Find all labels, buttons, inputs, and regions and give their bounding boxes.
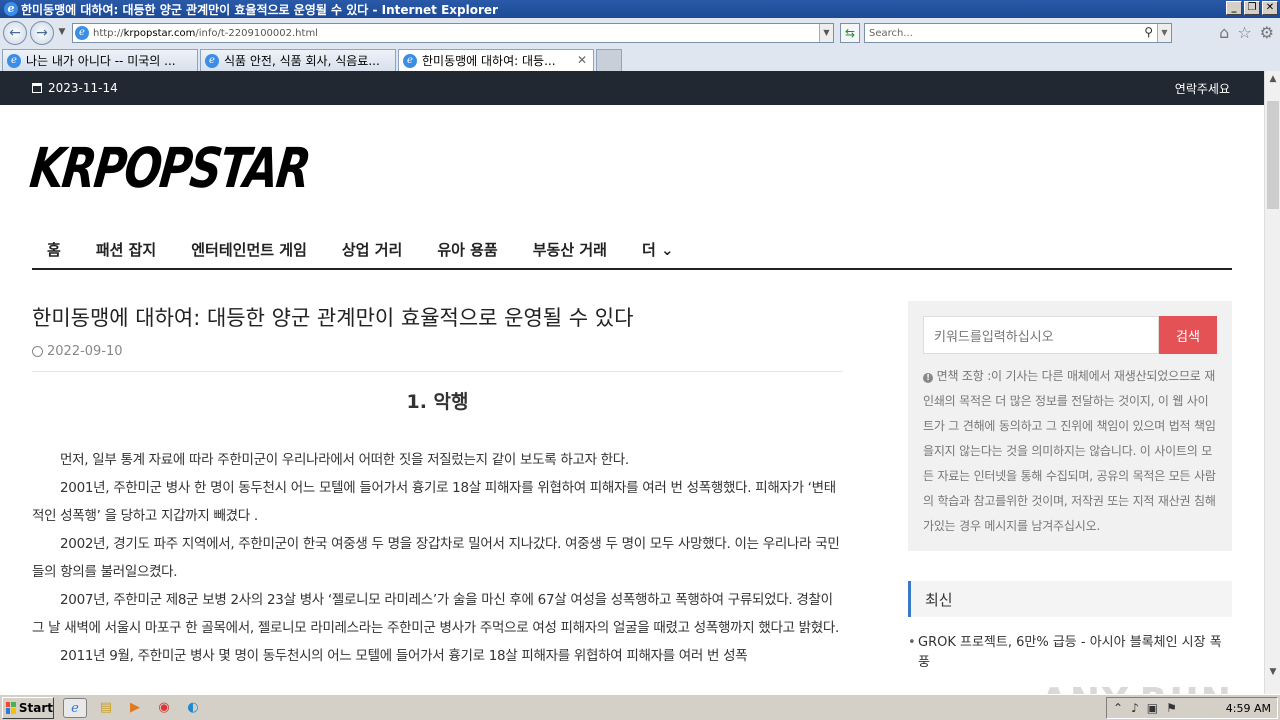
tab-label: 한미동맹에 대하여: 대등... — [422, 54, 556, 68]
close-button[interactable]: ✕ — [1262, 1, 1278, 15]
tab-label: 식품 안전, 식품 회사, 식음료... — [224, 54, 380, 68]
volume-icon[interactable]: ♪ — [1131, 701, 1139, 715]
search-form: 키워드를입력하십시오 검색 — [923, 316, 1217, 354]
sidebar: 키워드를입력하십시오 검색 ! 면책 조항 :이 기사는 다른 매체에서 재생산… — [908, 301, 1232, 673]
site-logo[interactable]: KRPOPSTAR — [27, 137, 312, 201]
tray-expand-icon[interactable]: ⌃ — [1113, 701, 1123, 715]
article-divider — [32, 371, 843, 372]
tab-3-active[interactable]: e 한미동맹에 대하여: 대등... ✕ — [398, 49, 594, 71]
nav-item-home[interactable]: 홈 — [47, 239, 61, 260]
latest-heading: 최신 — [908, 581, 1232, 617]
tab-favicon-icon: e — [7, 53, 21, 68]
taskbar: Start e ▤ ▶ ◉ ◐ ⌃ ♪ ▣ ⚑ 4:59 AM — [0, 694, 1280, 720]
forward-button[interactable]: → — [30, 21, 54, 45]
nav-item-commerce[interactable]: 상업 거리 — [342, 239, 402, 260]
refresh-icon[interactable]: ⇆ — [840, 23, 860, 43]
nav-item-fashion[interactable]: 패션 잡지 — [96, 239, 156, 260]
restore-button[interactable]: ❐ — [1244, 1, 1260, 15]
history-dropdown-icon[interactable]: ▼ — [56, 21, 68, 45]
tab-label: 나는 내가 아니다 -- 미국의 ... — [26, 54, 176, 68]
article-paragraph: 먼저, 일부 통계 자료에 따라 주한미군이 우리나라에서 어떠한 짓을 저질렀… — [60, 452, 629, 468]
section-heading: 1. 악행 — [406, 391, 469, 413]
search-widget: 키워드를입력하십시오 검색 ! 면책 조항 :이 기사는 다른 매체에서 재생산… — [908, 301, 1232, 551]
nav-item-realestate[interactable]: 부동산 거래 — [533, 239, 607, 260]
main-nav: 홈 패션 잡지 엔터테인먼트 게임 상업 거리 유아 용품 부동산 거래 더 ⌄ — [32, 230, 1232, 270]
topbar-date: 2023-11-14 — [32, 81, 118, 95]
site-topbar: 2023-11-14 연락주세요 — [0, 71, 1264, 105]
info-icon: ! — [923, 373, 933, 383]
article-paragraph: 2007년, 주한미군 제8군 보병 2사의 23살 병사 ‘젤로니모 라미레스… — [32, 592, 840, 636]
clock-icon — [32, 346, 43, 357]
windows-flag-icon — [6, 701, 16, 714]
page-favicon-icon: e — [75, 26, 89, 40]
ie-taskbar-icon[interactable]: e — [63, 697, 87, 718]
chrome-icon[interactable]: ◉ — [154, 698, 174, 718]
article-body: 먼저, 일부 통계 자료에 따라 주한미군이 우리나라에서 어떠한 짓을 저질렀… — [32, 446, 843, 670]
tab-1[interactable]: e 나는 내가 아니다 -- 미국의 ... — [2, 49, 198, 71]
disclaimer: ! 면책 조항 :이 기사는 다른 매체에서 재생산되었으므로 재 인쇄의 목적… — [923, 364, 1217, 539]
article-date: 2022-09-10 — [47, 344, 123, 359]
media-player-icon[interactable]: ▶ — [125, 698, 145, 718]
page-viewport: 2023-11-14 연락주세요 KRPOPSTAR 홈 패션 잡지 엔터테인먼… — [0, 71, 1264, 694]
flag-icon[interactable]: ⚑ — [1166, 701, 1177, 715]
tray-icons: ⌃ ♪ ▣ ⚑ — [1113, 701, 1177, 715]
article-paragraph: 2002년, 경기도 파주 지역에서, 주한미군이 한국 여중생 두 명을 장갑… — [32, 536, 840, 580]
url-path: /info/t-2209100002.html — [195, 27, 318, 39]
nav-item-more[interactable]: 더 ⌄ — [642, 239, 674, 260]
start-button[interactable]: Start — [2, 696, 54, 719]
home-icon[interactable]: ⌂ — [1219, 23, 1229, 42]
window-controls: _ ❐ ✕ — [1226, 1, 1278, 15]
address-toolbar: ← → ▼ e http:// krpopstar.com /info/t-22… — [0, 18, 1280, 48]
address-dropdown-icon[interactable]: ▼ — [819, 24, 833, 42]
tab-favicon-icon: e — [403, 53, 417, 68]
search-button[interactable]: 검색 — [1159, 316, 1217, 354]
clock-time: 4:59 AM — [1225, 701, 1271, 715]
back-button[interactable]: ← — [3, 21, 27, 45]
topbar-date-text: 2023-11-14 — [48, 81, 118, 95]
article-meta: 2022-09-10 — [32, 344, 843, 359]
article: 한미동맹에 대하여: 대등한 양군 관계만이 효율적으로 운영될 수 있다 20… — [32, 302, 843, 670]
browser-search-placeholder: Search... — [869, 27, 913, 39]
folder-icon[interactable]: ▤ — [96, 698, 116, 718]
nav-item-entertainment[interactable]: 엔터테인먼트 게임 — [191, 239, 307, 260]
new-tab-button[interactable] — [596, 49, 622, 71]
minimize-button[interactable]: _ — [1226, 1, 1242, 15]
article-paragraph: 2011년 9월, 주한미군 병사 몇 명이 동두천시의 어느 모텔에 들어가서… — [60, 648, 748, 664]
system-tray: ⌃ ♪ ▣ ⚑ 4:59 AM — [1106, 697, 1278, 719]
latest-item[interactable]: GROK 프로젝트, 6만% 급등 - 아시아 블록체인 시장 폭풍 — [908, 633, 1232, 673]
contact-link[interactable]: 연락주세요 — [1175, 80, 1230, 97]
scroll-thumb[interactable] — [1267, 101, 1279, 209]
url-prefix: http:// — [93, 27, 124, 39]
scroll-up-icon[interactable]: ▲ — [1265, 71, 1280, 87]
article-paragraph: 2001년, 주한미군 병사 한 명이 동두천시 어느 모텔에 들어가서 흉기로… — [32, 480, 836, 524]
page-scrollbar[interactable]: ▲ ▼ — [1264, 71, 1280, 694]
address-bar[interactable]: e http:// krpopstar.com /info/t-22091000… — [72, 23, 834, 43]
tab-close-icon[interactable]: ✕ — [577, 53, 587, 67]
window-title: 한미동맹에 대하여: 대등한 양군 관계만이 효율적으로 운영될 수 있다 - … — [21, 2, 498, 17]
nav-item-baby[interactable]: 유아 용품 — [437, 239, 497, 260]
window-titlebar: e 한미동맹에 대하여: 대등한 양군 관계만이 효율적으로 운영될 수 있다 … — [0, 0, 1280, 18]
search-icon[interactable]: ⚲ — [1144, 25, 1153, 39]
browser-search-input[interactable]: Search... ⚲ ▼ — [864, 23, 1172, 43]
network-icon[interactable]: ▣ — [1147, 701, 1158, 715]
ie-logo-icon: e — [4, 2, 18, 16]
edge-icon[interactable]: ◐ — [183, 698, 203, 718]
start-label: Start — [18, 700, 53, 715]
disclaimer-text: 면책 조항 :이 기사는 다른 매체에서 재생산되었으므로 재 인쇄의 목적은 … — [923, 369, 1216, 533]
watermark-logo: ANY.RUN — [1040, 681, 1233, 694]
calendar-icon — [32, 83, 42, 93]
article-title: 한미동맹에 대하여: 대등한 양군 관계만이 효율적으로 운영될 수 있다 — [32, 306, 634, 330]
keyword-search-input[interactable]: 키워드를입력하십시오 — [923, 316, 1159, 354]
favorites-star-icon[interactable]: ☆ — [1237, 23, 1251, 42]
tab-2[interactable]: e 식품 안전, 식품 회사, 식음료... — [200, 49, 396, 71]
tab-strip: e 나는 내가 아니다 -- 미국의 ... e 식품 안전, 식품 회사, 식… — [0, 48, 1280, 71]
settings-gear-icon[interactable]: ⚙ — [1260, 23, 1274, 42]
url-domain: krpopstar.com — [123, 27, 196, 39]
tab-favicon-icon: e — [205, 53, 219, 68]
search-dropdown-icon[interactable]: ▼ — [1157, 24, 1171, 42]
browser-tools: ⌂ ☆ ⚙ — [1219, 23, 1274, 42]
scroll-down-icon[interactable]: ▼ — [1265, 664, 1280, 680]
